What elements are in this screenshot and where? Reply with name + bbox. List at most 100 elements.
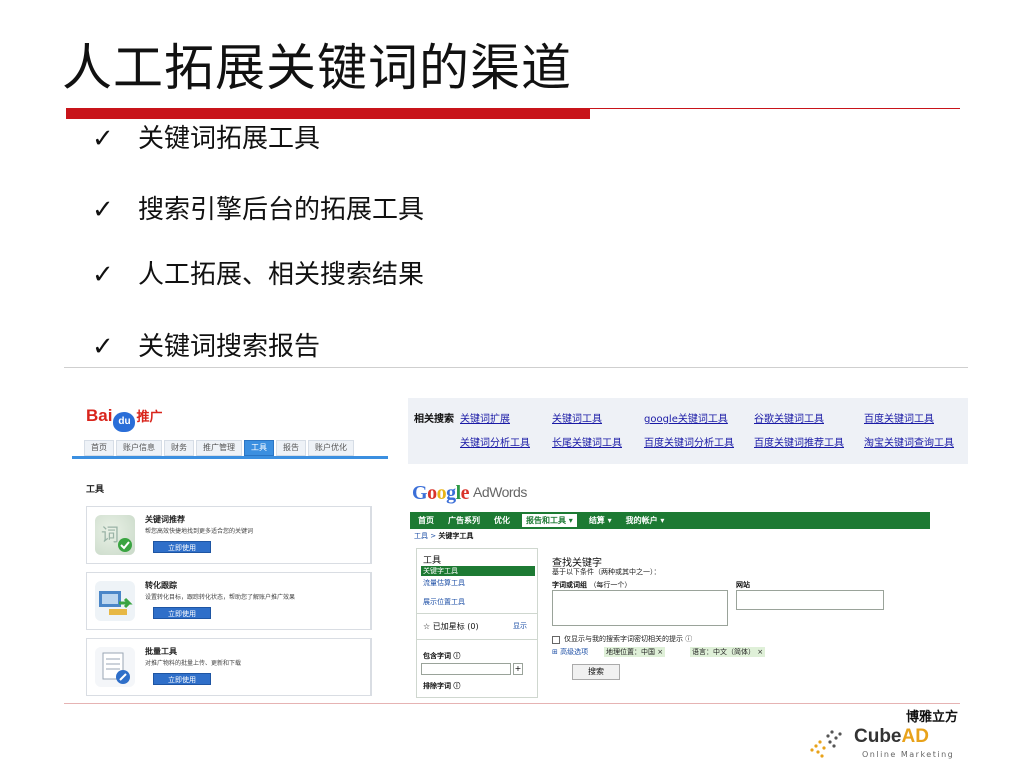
language-filter-chip[interactable]: 语言：中文（简体） × [690, 647, 766, 657]
words-label: 字词或词组 （每行一个） [552, 581, 632, 589]
closely-related-label: 仅显示与我的搜索字词密切相关的提示 ⓘ [564, 635, 693, 643]
check-icon: ✓ [92, 124, 114, 154]
related-link[interactable]: 淘宝关键词查询工具 [864, 434, 954, 449]
cubead-logo: 博雅立方 CubeAD Online Marketing [806, 706, 958, 764]
baidu-tab-home[interactable]: 首页 [84, 440, 114, 456]
related-link[interactable]: 百度关键词工具 [864, 410, 934, 425]
check-icon: ✓ [92, 332, 114, 362]
advanced-options-link[interactable]: ⊞ 高级选项 [552, 647, 588, 657]
related-link[interactable]: 关键词工具 [552, 410, 602, 425]
card-desc: 设置转化目标，跟踪转化状态，帮助您了解账户推广效果 [145, 594, 296, 601]
keywords-textarea[interactable] [552, 590, 728, 626]
card-desc: 对推广物料的批量上传、更新和下载 [145, 660, 242, 667]
check-icon: ✓ [92, 260, 114, 290]
baidu-tools-screenshot: Bai du 推广 首页 账户信息 财务 推广管理 工具 报告 账户优化 工具 词 … [72, 392, 388, 704]
svg-text:词: 词 [101, 525, 119, 546]
adwords-tab-campaigns[interactable]: 广告系列 [446, 515, 482, 526]
baidu-section-title: 工具 [86, 485, 105, 495]
exclude-words-label: 排除字词 ⓘ [423, 682, 461, 690]
bullet-item: ✓ 人工拓展、相关搜索结果 [92, 258, 424, 292]
baidu-tool-card: 批量工具 对推广物料的批量上传、更新和下载 立即使用 [86, 638, 372, 696]
show-link[interactable]: 显示 [513, 621, 527, 631]
sidebar-item-traffic-estimator[interactable]: 流量估算工具 [423, 578, 465, 588]
baidu-tab-account[interactable]: 账户信息 [116, 440, 162, 456]
google-adwords-logo: Google AdWords [412, 482, 527, 504]
breadcrumb: 工具 > 关键字工具 [414, 532, 474, 540]
footer-divider [64, 703, 960, 704]
adwords-tab-billing[interactable]: 结算 ▾ [587, 515, 614, 526]
baidu-nav: 首页 账户信息 财务 推广管理 工具 报告 账户优化 [84, 440, 384, 456]
cubead-wordmark: CubeAD [854, 726, 929, 747]
include-words-input[interactable] [421, 663, 511, 675]
baidu-tool-card: 转化跟踪 设置转化目标，跟踪转化状态，帮助您了解账户推广效果 立即使用 [86, 572, 372, 630]
website-label: 网站 [736, 581, 750, 589]
baidu-tab-manage[interactable]: 推广管理 [196, 440, 242, 456]
baidu-logo: Bai du 推广 [86, 406, 162, 432]
breadcrumb-current: 关键字工具 [438, 532, 474, 540]
related-link[interactable]: 关键词分析工具 [460, 434, 530, 449]
baidu-paw-icon: du [113, 412, 136, 432]
bullet-item: ✓ 搜索引擎后台的拓展工具 [92, 193, 424, 227]
starred-label: ☆ 已加星标 (0) [423, 622, 479, 631]
include-words-label: 包含字词 ⓘ [423, 652, 461, 660]
section-divider [64, 367, 968, 368]
adwords-tab-optimize[interactable]: 优化 [492, 515, 512, 526]
sidebar-item-placement-tool[interactable]: 展示位置工具 [423, 597, 465, 607]
bullet-text: 人工拓展、相关搜索结果 [138, 260, 425, 290]
breadcrumb-link-tools[interactable]: 工具 [414, 532, 428, 540]
adwords-main: 查找关键字 基于以下条件（两种或其中之一）： 字词或词组 （每行一个） 网站 仅… [548, 552, 958, 698]
cubead-dots-icon [810, 730, 842, 758]
baidu-tool-card: 词 关键词推荐 帮您高效快捷地找到更多适合您的关键词 立即使用 [86, 506, 372, 564]
related-searches: 相关搜索 关键词扩展 关键词工具 google关键词工具 谷歌关键词工具 百度关… [408, 398, 968, 464]
related-link[interactable]: 百度关键词推荐工具 [754, 434, 844, 449]
conversion-tracking-icon [95, 581, 135, 621]
use-now-button[interactable]: 立即使用 [153, 541, 211, 553]
add-icon[interactable]: + [513, 663, 523, 675]
adwords-keyword-tool-screenshot: Google AdWords 首页 广告系列 优化 报告和工具 ▾ 结算 ▾ 我的… [408, 478, 958, 698]
bullet-text: 关键词拓展工具 [138, 124, 321, 154]
sidebar-item-keyword-tool[interactable]: 关键字工具 [421, 566, 535, 576]
baidu-tab-optimize[interactable]: 账户优化 [308, 440, 354, 456]
sidebar-heading: 工具 [423, 556, 442, 566]
baidu-tab-report[interactable]: 报告 [276, 440, 306, 456]
card-title: 关键词推荐 [145, 515, 185, 524]
adwords-sidebar: 工具 关键字工具 流量估算工具 展示位置工具 ☆ 已加星标 (0) 显示 包含字… [416, 548, 538, 698]
card-edge [370, 572, 376, 630]
card-title: 转化跟踪 [145, 581, 177, 590]
bullet-item: ✓ 关键词拓展工具 [92, 122, 320, 156]
card-desc: 帮您高效快捷地找到更多适合您的关键词 [145, 528, 254, 535]
related-link[interactable]: 百度关键词分析工具 [644, 434, 734, 449]
use-now-button[interactable]: 立即使用 [153, 673, 211, 685]
baidu-tab-finance[interactable]: 财务 [164, 440, 194, 456]
title-accent-bar [66, 108, 590, 119]
related-link[interactable]: 长尾关键词工具 [552, 434, 622, 449]
website-input[interactable] [736, 590, 884, 610]
location-filter-chip[interactable]: 地理位置：中国 × [604, 647, 666, 657]
use-now-button[interactable]: 立即使用 [153, 607, 211, 619]
batch-tool-icon [95, 647, 135, 687]
bullet-text: 关键词搜索报告 [138, 332, 321, 362]
bullet-text: 搜索引擎后台的拓展工具 [138, 195, 425, 225]
title-underline [590, 108, 960, 109]
find-keywords-subtitle: 基于以下条件（两种或其中之一）： [552, 568, 661, 576]
related-link[interactable]: google关键词工具 [644, 410, 728, 425]
card-title: 批量工具 [145, 647, 177, 656]
bullet-item: ✓ 关键词搜索报告 [92, 330, 320, 364]
keyword-recommend-icon: 词 [95, 515, 135, 555]
related-link[interactable]: 关键词扩展 [460, 410, 510, 425]
baidu-tab-tools[interactable]: 工具 [244, 440, 274, 456]
check-icon: ✓ [92, 195, 114, 225]
adwords-tab-reports-tools[interactable]: 报告和工具 ▾ [522, 514, 577, 527]
related-link[interactable]: 谷歌关键词工具 [754, 410, 824, 425]
adwords-tab-home[interactable]: 首页 [416, 515, 436, 526]
related-label: 相关搜索 [414, 414, 454, 425]
slide-title: 人工拓展关键词的渠道 [62, 39, 572, 97]
search-button[interactable]: 搜索 [572, 664, 620, 680]
baidu-nav-underline [72, 456, 388, 459]
adwords-nav: 首页 广告系列 优化 报告和工具 ▾ 结算 ▾ 我的帐户 ▾ [410, 512, 930, 529]
cubead-tagline: Online Marketing [862, 750, 955, 759]
adwords-tab-account[interactable]: 我的帐户 ▾ [624, 515, 667, 526]
closely-related-checkbox[interactable] [552, 636, 560, 644]
card-edge [370, 638, 376, 696]
card-edge [370, 506, 376, 564]
